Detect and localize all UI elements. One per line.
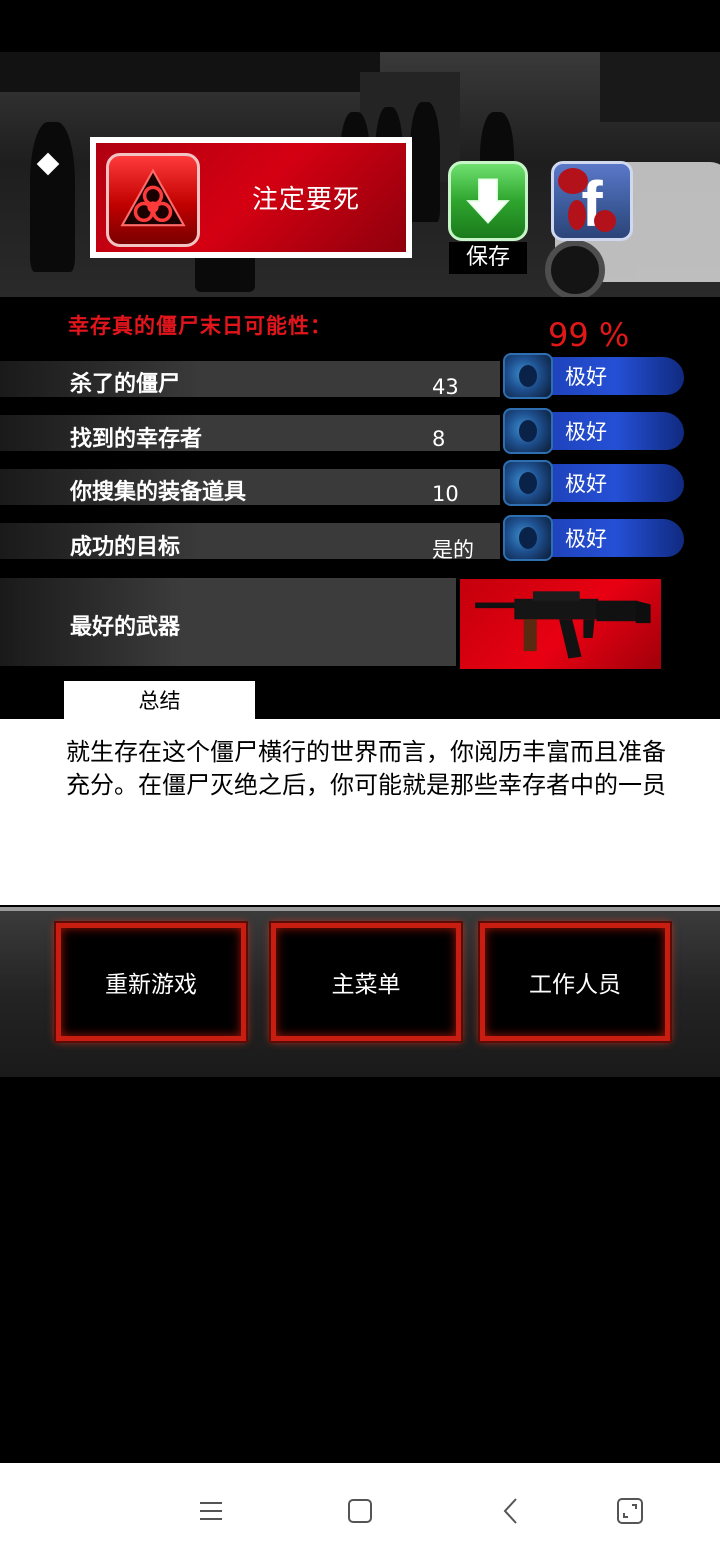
best-weapon-label: 最好的武器 (70, 615, 181, 640)
stat-value: 8 (432, 427, 446, 451)
save-label[interactable]: 保存 (449, 242, 527, 274)
rating-text: 极好 (565, 420, 607, 444)
restart-button[interactable]: 重新游戏 (56, 923, 246, 1041)
stat-value: 43 (432, 375, 459, 399)
fate-card: 注定要死 (90, 137, 412, 258)
zombie-face-icon (503, 408, 553, 454)
credits-button[interactable]: 工作人员 (480, 923, 670, 1041)
best-weapon-image (456, 575, 665, 673)
survival-percent: 99 % (548, 316, 630, 354)
zombie-face-icon (503, 515, 553, 561)
home-icon[interactable] (345, 1496, 375, 1526)
stat-label: 杀了的僵尸 (70, 372, 181, 397)
rating-text: 极好 (565, 365, 607, 389)
assault-rifle-icon (474, 591, 651, 659)
zombie-face-icon (503, 460, 553, 506)
stat-label: 你搜集的装备道具 (70, 480, 247, 505)
stat-label: 找到的幸存者 (70, 427, 203, 452)
weapon-bar (0, 578, 460, 666)
back-icon[interactable] (497, 1496, 527, 1526)
rating-badge: 极好 (503, 408, 684, 454)
recent-apps-icon[interactable] (615, 1496, 645, 1526)
rating-text: 极好 (565, 472, 607, 496)
rating-badge: 极好 (503, 353, 684, 399)
summary-tab: 总结 (64, 681, 255, 719)
stat-label: 成功的目标 (70, 535, 181, 560)
main-menu-button[interactable]: 主菜单 (271, 923, 461, 1041)
facebook-share-button[interactable]: f (551, 161, 633, 241)
stat-value: 是的 (432, 538, 474, 562)
biohazard-icon (106, 153, 200, 247)
zombie-face-icon (503, 353, 553, 399)
stat-value: 10 (432, 482, 459, 506)
save-button[interactable] (448, 161, 528, 241)
rating-text: 极好 (565, 527, 607, 551)
summary-text: 就生存在这个僵尸横行的世界而言，你阅历丰富而且准备充分。在僵尸灭绝之后，你可能就… (66, 738, 666, 799)
download-arrow-icon (466, 178, 510, 224)
menu-icon[interactable] (196, 1496, 226, 1526)
rating-badge: 极好 (503, 460, 684, 506)
survival-title: 幸存真的僵尸末日可能性： (68, 314, 332, 338)
fate-label: 注定要死 (251, 185, 360, 215)
rating-badge: 极好 (503, 515, 684, 561)
